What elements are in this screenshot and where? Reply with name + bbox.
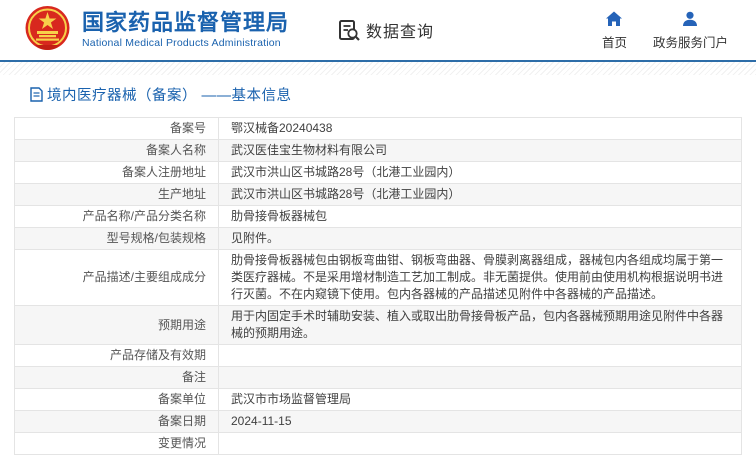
header-nav: 首页 政务服务门户 (602, 10, 728, 51)
row-value: 武汉市市场监督管理局 (218, 388, 742, 411)
site-subtitle: National Medical Products Administration (82, 37, 281, 49)
table-row: 预期用途 用于内固定手术时辅助安装、植入或取出肋骨接骨板产品，包内各器械预期用途见… (14, 305, 742, 345)
table-row: 产品名称/产品分类名称 肋骨接骨板器械包 (14, 205, 742, 228)
section-title: 境内医疗器械（备案） ——基本信息 (47, 88, 292, 104)
national-emblem-icon (25, 6, 70, 50)
row-label: 预期用途 (14, 305, 219, 345)
row-value: 用于内固定手术时辅助安装、植入或取出肋骨接骨板产品，包内各器械预期用途见附件中各… (218, 305, 742, 345)
row-label: 备案人名称 (14, 139, 219, 162)
table-row: 生产地址 武汉市洪山区书城路28号（北港工业园内） (14, 183, 742, 206)
row-value: 肋骨接骨板器械包 (218, 205, 742, 228)
table-row: 产品存储及有效期 (14, 344, 742, 367)
nav-home-label: 首页 (601, 36, 627, 50)
row-value: 武汉医佳宝生物材料有限公司 (218, 139, 742, 162)
data-query-label: 数据查询 (366, 24, 435, 41)
table-row: 型号规格/包装规格 见附件。 (14, 227, 742, 250)
row-label: 产品描述/主要组成成分 (14, 249, 219, 306)
section-title-bar: 境内医疗器械（备案） ——基本信息 (0, 75, 756, 113)
home-icon (606, 11, 623, 26)
row-label: 备案人注册地址 (14, 161, 219, 184)
document-search-icon (339, 20, 360, 41)
table-row: 备案单位 武汉市市场监督管理局 (14, 388, 742, 411)
nmpa-logo: 国家药品监督管理局 National Medical Products Admi… (24, 5, 289, 55)
row-value: 肋骨接骨板器械包由钢板弯曲钳、钢板弯曲器、骨膜剥离器组成，器械包内各组成均属于第… (218, 249, 742, 306)
hatch-divider (0, 62, 756, 75)
row-label: 备注 (14, 366, 219, 389)
table-row: 变更情况 (14, 432, 742, 455)
row-value: 鄂汉械备20240438 (218, 117, 742, 140)
user-icon (683, 11, 698, 26)
table-row: 备案日期 2024-11-15 (14, 410, 742, 433)
logo-text: 国家药品监督管理局 National Medical Products Admi… (82, 10, 290, 50)
table-row: 备案人名称 武汉医佳宝生物材料有限公司 (14, 139, 742, 162)
row-label: 变更情况 (14, 432, 219, 455)
nav-home[interactable]: 首页 (602, 10, 627, 51)
row-value (218, 432, 742, 455)
table-row: 备案人注册地址 武汉市洪山区书城路28号（北港工业园内） (14, 161, 742, 184)
row-label: 产品名称/产品分类名称 (14, 205, 219, 228)
row-label: 备案号 (14, 117, 219, 140)
site-title: 国家药品监督管理局 (82, 10, 290, 35)
row-value: 见附件。 (218, 227, 742, 250)
row-value: 武汉市洪山区书城路28号（北港工业园内） (218, 183, 742, 206)
document-icon (30, 87, 43, 102)
nav-gov-portal-label: 政务服务门户 (652, 36, 728, 50)
table-row: 产品描述/主要组成成分 肋骨接骨板器械包由钢板弯曲钳、钢板弯曲器、骨膜剥离器组成，… (14, 249, 742, 306)
row-label: 生产地址 (14, 183, 219, 206)
info-table-body: 备案号 鄂汉械备20240438 备案人名称 武汉医佳宝生物材料有限公司 备案人注册地址… (14, 117, 742, 455)
row-value: 2024-11-15 (218, 410, 742, 433)
table-row: 备案号 鄂汉械备20240438 (14, 117, 742, 140)
row-label: 备案日期 (14, 410, 219, 433)
page-header: 国家药品监督管理局 National Medical Products Admi… (0, 0, 756, 62)
row-label: 备案单位 (14, 388, 219, 411)
row-value (218, 366, 742, 389)
row-value (218, 344, 742, 367)
row-value: 武汉市洪山区书城路28号（北港工业园内） (218, 161, 742, 184)
table-row: 备注 (14, 366, 742, 389)
record-info-table: 备案号 鄂汉械备20240438 备案人名称 武汉医佳宝生物材料有限公司 备案人注册地址… (14, 117, 742, 455)
nav-gov-portal[interactable]: 政务服务门户 (653, 10, 728, 51)
row-label: 产品存储及有效期 (14, 344, 219, 367)
row-label: 型号规格/包装规格 (14, 227, 219, 250)
data-query-tab[interactable]: 数据查询 (337, 18, 434, 42)
